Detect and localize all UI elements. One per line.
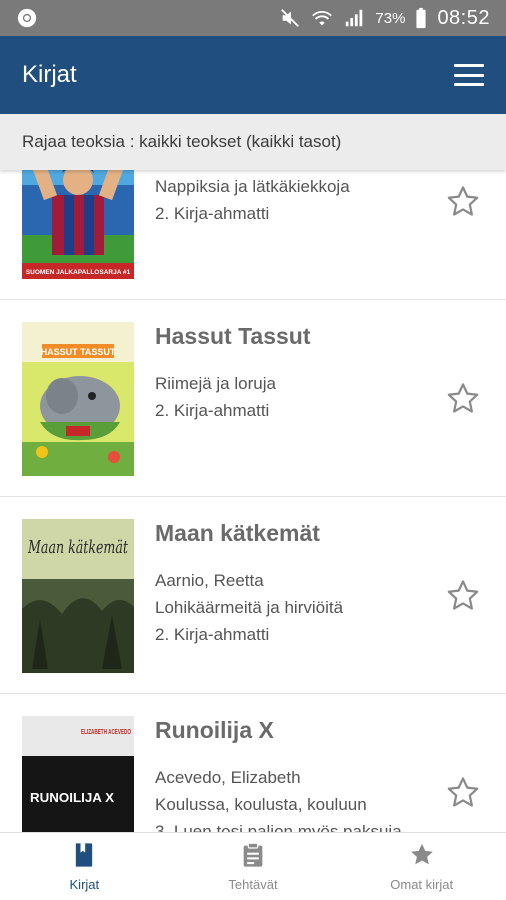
- star-icon[interactable]: [444, 577, 482, 615]
- nav-label: Tehtävät: [228, 877, 278, 892]
- book-info-line: Aarnio, Reetta: [155, 571, 264, 590]
- star-icon[interactable]: [444, 380, 482, 418]
- book-info-line: 3. Luen tosi paljon myös paksuja: [155, 822, 402, 832]
- bottom-navigation: Kirjat Tehtävät Omat kirjat: [0, 832, 506, 900]
- star-icon[interactable]: [444, 183, 482, 221]
- book-cover: Maan kätkemät: [22, 519, 134, 673]
- book-info-line: Riimejä ja loruja: [155, 374, 276, 393]
- book-cover: SUOMEN JALKAPALLOSARJA #1: [22, 170, 134, 279]
- hamburger-menu-icon[interactable]: [454, 64, 484, 86]
- battery-icon: [416, 7, 427, 29]
- nav-tab-omat-kirjat[interactable]: Omat kirjat: [337, 833, 506, 900]
- star-icon: [410, 843, 433, 865]
- book-info-line: Nappiksia ja lätkäkiekkoja: [155, 177, 350, 196]
- nav-label: Kirjat: [69, 877, 100, 892]
- mute-icon: [281, 9, 300, 27]
- book-info-line: 2. Kirja-ahmatti: [155, 204, 270, 223]
- book-list[interactable]: SUOMEN JALKAPALLOSARJA #1 sarja Nappiksi…: [0, 170, 506, 832]
- star-icon[interactable]: [444, 774, 482, 812]
- cover-text: ELIZABETH ACEVEDO: [81, 729, 131, 736]
- book-cover: ELIZABETH ACEVEDO RUNOILIJA X: [22, 716, 134, 832]
- nav-tab-tehtavat[interactable]: Tehtävät: [169, 833, 338, 900]
- book-info-line: Lohikäärmeitä ja hirviöitä: [155, 598, 344, 617]
- book-icon: [76, 843, 93, 867]
- book-cover: HASSUT TASSUT: [22, 322, 134, 476]
- list-item[interactable]: SUOMEN JALKAPALLOSARJA #1 sarja Nappiksi…: [0, 170, 506, 300]
- list-item[interactable]: Maan kätkemät Maan kätkemät Aarnio, Reet…: [0, 497, 506, 694]
- book-title: Runoilija X: [155, 717, 274, 743]
- chrome-icon: [17, 8, 37, 28]
- app-bar: Kirjat: [0, 36, 506, 114]
- list-item[interactable]: ELIZABETH ACEVEDO RUNOILIJA X Runoilija …: [0, 694, 506, 832]
- book-info-line: 2. Kirja-ahmatti: [155, 401, 270, 420]
- nav-label: Omat kirjat: [390, 877, 454, 892]
- cover-text: RUNOILIJA X: [30, 790, 114, 805]
- nav-tab-kirjat[interactable]: Kirjat: [0, 833, 169, 900]
- filter-bar[interactable]: Rajaa teoksia : kaikki teokset (kaikki t…: [0, 114, 506, 170]
- cover-text: SUOMEN JALKAPALLOSARJA #1: [26, 269, 131, 276]
- book-title: Maan kätkemät: [155, 520, 320, 546]
- cover-text: Maan kätkemät: [27, 537, 128, 558]
- wifi-icon: [312, 11, 333, 26]
- clock: 08:52: [437, 6, 490, 29]
- clipboard-icon: [243, 842, 263, 867]
- book-info-line: Koulussa, koulusta, kouluun: [155, 795, 367, 814]
- book-info-line: 2. Kirja-ahmatti: [155, 625, 270, 644]
- signal-icon: [346, 9, 363, 27]
- cover-text: HASSUT TASSUT: [41, 347, 116, 357]
- filter-text: Rajaa teoksia : kaikki teokset (kaikki t…: [22, 132, 342, 151]
- page-title: Kirjat: [22, 61, 77, 88]
- book-title: Hassut Tassut: [155, 323, 311, 349]
- battery-percentage: 73%: [375, 9, 406, 27]
- status-bar: 73% 08:52: [0, 0, 506, 36]
- book-info-line: Acevedo, Elizabeth: [155, 768, 301, 787]
- list-item[interactable]: HASSUT TASSUT Hassut Tassut Riimejä ja l…: [0, 300, 506, 497]
